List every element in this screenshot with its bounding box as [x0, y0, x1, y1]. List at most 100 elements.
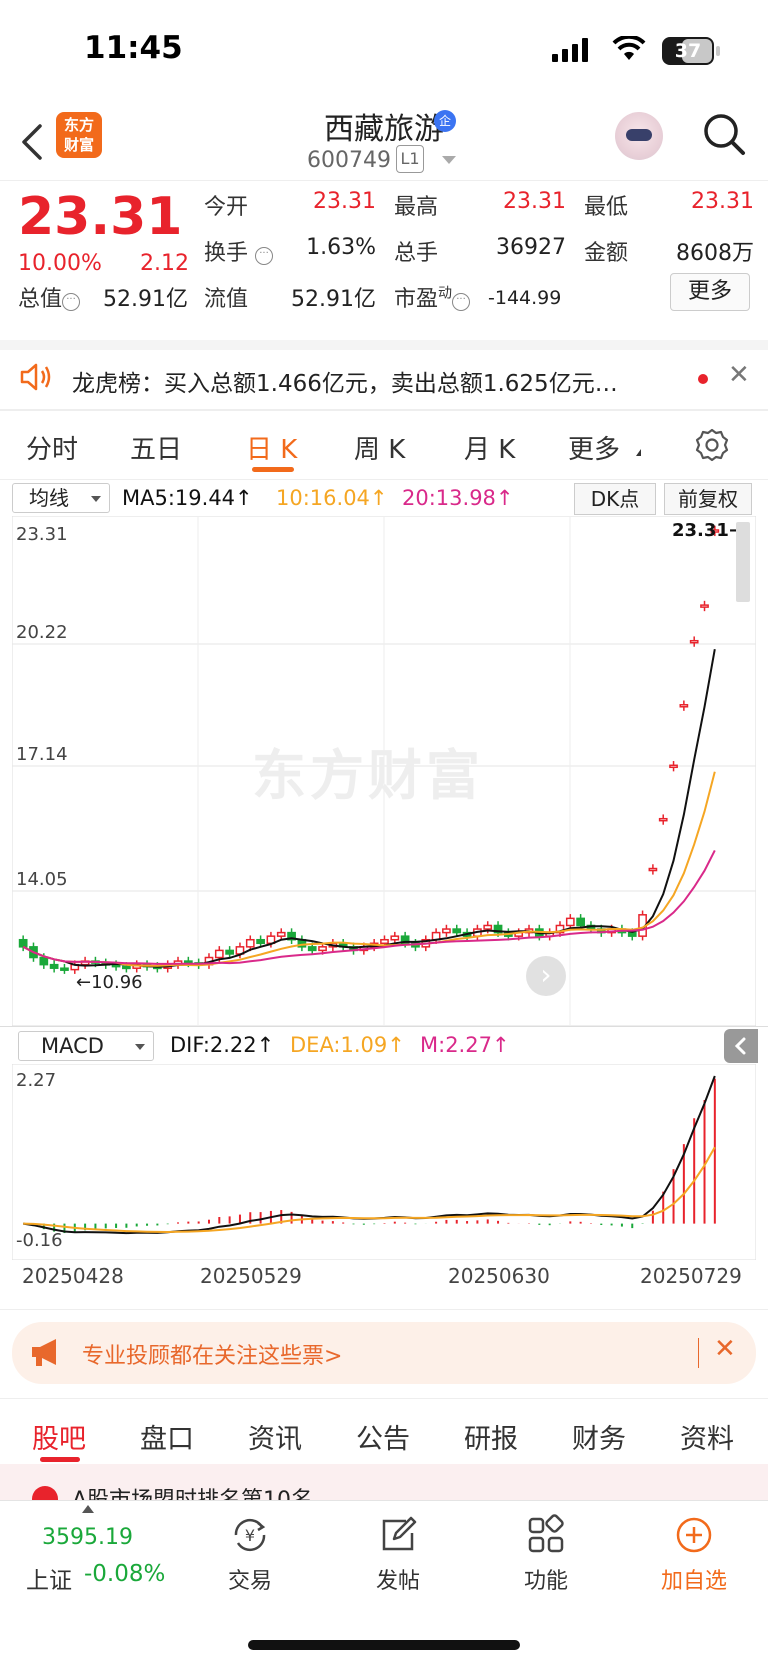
last-price-tag: 23.31→: [672, 520, 744, 541]
index-name[interactable]: 上证: [26, 1561, 72, 1595]
tab-guba[interactable]: 股吧: [32, 1417, 86, 1456]
macd-bottom-label: -0.16: [16, 1230, 63, 1251]
trade-icon: ¥: [234, 1518, 266, 1552]
megaphone-icon: [32, 1339, 56, 1366]
tab-more[interactable]: 更多: [568, 429, 620, 466]
nav-add-watchlist[interactable]: 加自选: [634, 1513, 754, 1595]
watermark: 东方财富: [252, 744, 484, 807]
macd-select[interactable]: MACD: [18, 1031, 154, 1061]
candle-body: [390, 935, 400, 941]
enterprise-badge: 企: [434, 110, 456, 132]
section-tabs: 股吧 盘口 资讯 公告 研报 财务 资料: [0, 1398, 768, 1464]
speaker-icon: [20, 363, 51, 391]
dragon-tiger-banner[interactable]: 龙虎榜：买入总额1.466亿元，卖出总额1.625亿元… ✕: [0, 340, 768, 410]
adjust-button[interactable]: 前复权: [664, 483, 752, 515]
macd-top-label: 2.27: [16, 1070, 57, 1091]
tab-finance[interactable]: 财务: [572, 1417, 626, 1456]
turnover-label: 换手 ···: [204, 235, 274, 267]
svg-text:¥: ¥: [245, 1526, 255, 1545]
level-badge: L1: [396, 145, 424, 173]
active-tab-indicator: [252, 467, 294, 472]
battery-icon: 37: [662, 37, 714, 65]
pe-label: 市盈动 ···: [394, 281, 471, 313]
chevron-right-icon[interactable]: ›: [526, 956, 566, 996]
scroll-thumb[interactable]: [736, 522, 750, 602]
tab-order-book[interactable]: 盘口: [140, 1417, 194, 1456]
tab-weekly-k[interactable]: 周 K: [354, 429, 405, 466]
candle-body: [60, 967, 69, 971]
candle-body: [318, 946, 327, 952]
m-value: M:2.27↑: [420, 1033, 510, 1057]
nav-post[interactable]: 发帖: [338, 1513, 458, 1595]
candle-body: [245, 938, 255, 948]
candle-body: [576, 917, 585, 927]
close-icon[interactable]: ✕: [728, 360, 750, 390]
dea-value: DEA:1.09↑: [290, 1033, 405, 1057]
collapse-panel-button[interactable]: [724, 1029, 758, 1063]
candle-body: [18, 938, 28, 948]
close-icon[interactable]: ✕: [714, 1334, 736, 1364]
tab-profile[interactable]: 资料: [680, 1417, 734, 1456]
macd-canvas: [12, 1064, 756, 1260]
feed-peek-text: A股市场盟时排名第10名: [72, 1482, 313, 1500]
tab-announcements[interactable]: 公告: [356, 1417, 410, 1456]
candle-body: [565, 917, 575, 927]
macd-chart[interactable]: 2.27 -0.16: [12, 1064, 756, 1260]
signal-icon: [552, 38, 590, 62]
search-icon[interactable]: [700, 110, 748, 158]
ma-indicator-row: 均线 MA5:19.44↑ 10:16.04↑ 20:13.98↑ DK点 前复…: [0, 480, 768, 516]
candle-body: [256, 938, 265, 945]
volume-label: 总手: [394, 241, 439, 266]
ai-assistant-icon[interactable]: [615, 112, 663, 160]
dragon-tiger-text: 龙虎榜：买入总额1.466亿元，卖出总额1.625亿元…: [72, 371, 618, 397]
low-value: 23.31: [691, 189, 754, 214]
home-indicator: [248, 1640, 520, 1650]
float-cap-value: 52.91亿: [291, 287, 376, 312]
nav-trade[interactable]: ¥ 交易: [190, 1513, 310, 1595]
clock: 11:45: [84, 30, 183, 66]
candle-body: [627, 931, 637, 937]
tab-daily-k[interactable]: 日 K: [246, 429, 297, 466]
ma10-value: 10:16.04↑: [276, 486, 388, 510]
gear-icon[interactable]: [694, 427, 730, 463]
kline-chart[interactable]: 东方财富 23.31 20.22 17.14 14.05 23.31→ ←10.…: [12, 516, 756, 1026]
tab-research[interactable]: 研报: [464, 1417, 518, 1456]
bottom-nav: 3595.19 上证 -0.08% ¥ 交易 发帖 功能 加自选: [0, 1500, 768, 1663]
caret-up-icon[interactable]: [82, 1505, 94, 1513]
candle-body: [679, 704, 689, 708]
volume-value: 36927: [496, 235, 566, 260]
date-label: 20250729: [640, 1264, 742, 1288]
feed-peek[interactable]: A股市场盟时排名第10名: [0, 1464, 768, 1500]
more-button[interactable]: 更多: [670, 273, 750, 311]
edit-icon: [382, 1516, 417, 1551]
candle-body: [483, 924, 493, 930]
low-label: 最低: [584, 195, 629, 220]
candle-body: [49, 963, 59, 969]
grid-icon: [528, 1514, 564, 1553]
y-tick-label: 20.22: [16, 622, 68, 643]
y-tick-label: 14.05: [16, 869, 68, 890]
tab-five-day[interactable]: 五日: [130, 429, 182, 466]
ma-select[interactable]: 均线: [12, 483, 110, 513]
candle-body: [689, 639, 699, 644]
index-value[interactable]: 3595.19: [42, 1525, 133, 1550]
candle-body: [380, 938, 389, 945]
dk-point-button[interactable]: DK点: [574, 483, 656, 515]
candle-body: [648, 867, 658, 872]
stock-code[interactable]: 600749: [307, 148, 391, 173]
tab-news[interactable]: 资讯: [248, 1417, 302, 1456]
nav-functions[interactable]: 功能: [486, 1513, 606, 1595]
candle-body: [442, 928, 451, 934]
promo-banner[interactable]: 专业投顾都在关注这些票> ✕: [12, 1322, 756, 1384]
candle-body: [39, 956, 49, 966]
tab-intraday[interactable]: 分时: [26, 429, 78, 466]
active-tab-indicator: [40, 1457, 80, 1462]
stock-header: 东方 财富 西藏旅游 600749 L1: [0, 100, 768, 180]
chevron-down-icon[interactable]: [442, 156, 456, 164]
index-change[interactable]: -0.08%: [84, 1561, 165, 1587]
tab-monthly-k[interactable]: 月 K: [464, 429, 515, 466]
add-circle-icon: [676, 1517, 712, 1553]
ma5-value: MA5:19.44↑: [122, 486, 253, 510]
battery-tip: [716, 46, 720, 56]
hot-icon: [32, 1486, 58, 1500]
